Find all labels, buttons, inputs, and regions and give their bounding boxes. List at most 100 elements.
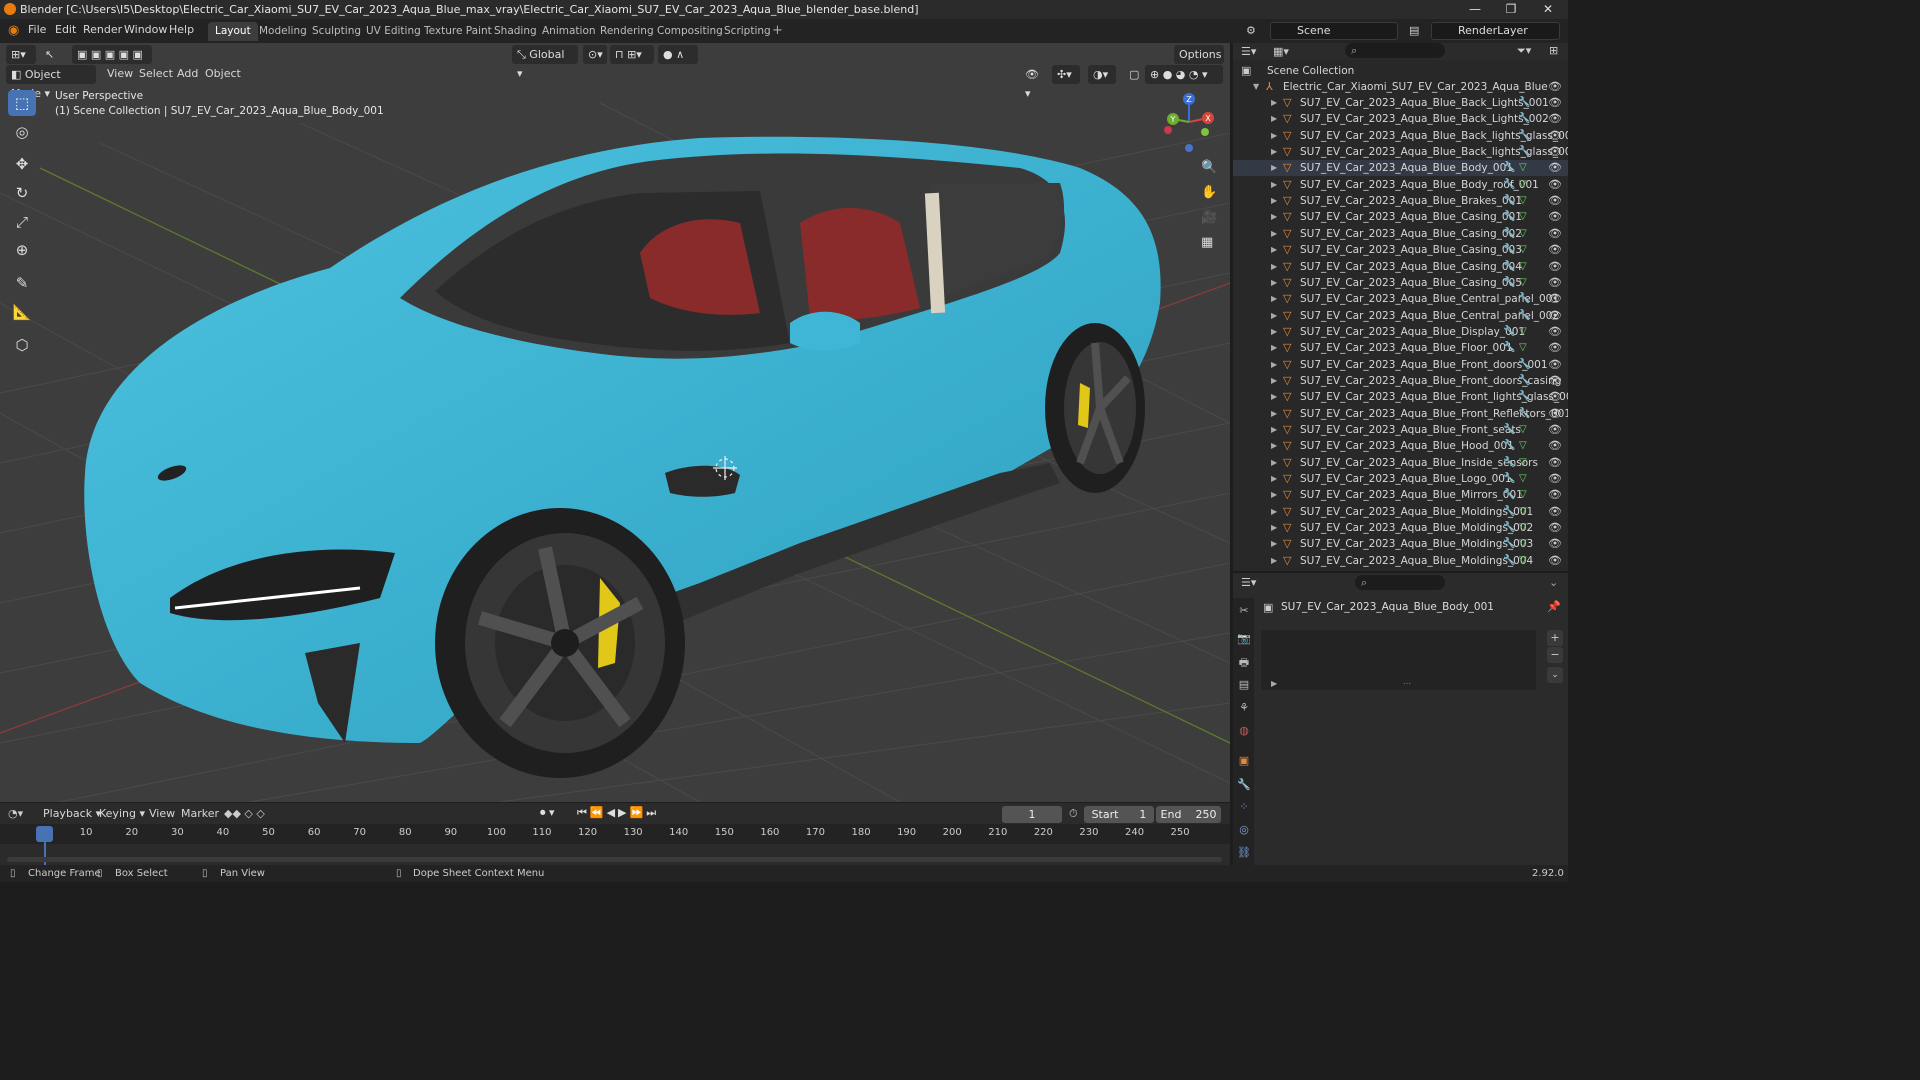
mesh-data-triangle-icon[interactable]: ▽ [1519,487,1527,503]
modifier-wrench-icon[interactable]: 🔧 [1518,373,1530,389]
select-box-tool[interactable]: ⬚ [8,90,36,116]
expand-arrow-icon[interactable]: ▶ [1271,406,1277,422]
menu-help[interactable]: Help [169,23,194,36]
timeline-menu-marker[interactable]: Marker [181,807,219,820]
outliner-item[interactable]: ▶ ▽ SU7_EV_Car_2023_Aqua_Blue_Moldings_004… [1233,553,1568,569]
modifier-wrench-icon[interactable]: 🔧 [1518,144,1530,160]
record-icon[interactable]: ⏺ ▾ [540,806,555,820]
modifier-wrench-icon[interactable]: 🔧 [1518,291,1530,307]
properties-options-icon[interactable]: ⌄ [1549,576,1558,589]
modifier-wrench-icon[interactable]: 🔧 [1503,275,1515,291]
slot-specials-button[interactable]: ⌄ [1547,667,1563,683]
timeline-editor-icon[interactable]: ◔▾ [8,807,23,820]
visibility-eye-icon[interactable]: 👁 [1548,95,1562,111]
start-frame-field[interactable]: Start 1 [1084,806,1154,823]
blender-menu-icon[interactable]: ◉ [8,23,19,38]
expand-arrow-icon[interactable]: ▼ [1253,79,1259,95]
outliner-search-input[interactable]: ⌕ [1345,43,1445,58]
visibility-eye-icon[interactable]: 👁 [1548,422,1562,438]
modifier-wrench-icon[interactable]: 🔧 [1503,471,1515,487]
xray-icon[interactable]: ▢ [1124,65,1140,84]
mesh-data-triangle-icon[interactable]: ▽ [1519,209,1527,225]
timeline-panel[interactable]: ◔▾ Playback ▾ Keying ▾ View Marker ◆◆ ◇ … [0,803,1230,865]
outliner-panel[interactable]: ☰▾ ▦▾ ⌕ ⏷▾ ⊞ ▣ Scene Collection ▼ ⅄ Elec… [1233,43,1568,571]
outliner-item[interactable]: ▶ ▽ SU7_EV_Car_2023_Aqua_Blue_Casing_004 🔧 ▽… [1233,259,1568,275]
expand-arrow-icon[interactable]: ▶ [1271,144,1277,160]
mesh-data-triangle-icon[interactable]: ▽ [1519,438,1527,454]
outliner-item[interactable]: ▶ ▽ SU7_EV_Car_2023_Aqua_Blue_Front_lights… [1233,389,1568,405]
expand-arrow-icon[interactable]: ▶ [1271,389,1277,405]
modifier-wrench-icon[interactable]: 🔧 [1503,324,1515,340]
visibility-eye-icon[interactable]: 👁 [1548,504,1562,520]
3d-viewport[interactable]: ⊞▾ ↖ ▣ ▣ ▣ ▣ ▣ ⤡ Global ▾ ⊙▾ ⊓ ⊞▾ ● ∧ Op… [0,43,1230,802]
timeline-menu-view[interactable]: View [149,807,175,820]
visibility-eye-icon[interactable]: 👁 [1548,291,1562,307]
visibility-eye-icon[interactable]: 👁 [1548,79,1562,95]
mesh-data-triangle-icon[interactable]: ▽ [1519,160,1527,176]
visibility-eye-icon[interactable]: 👁 [1548,226,1562,242]
preview-range-icon[interactable]: ⏱ [1069,807,1078,821]
visibility-eye-icon[interactable]: 👁 [1548,144,1562,160]
mesh-data-triangle-icon[interactable]: ▽ [1519,340,1527,356]
rotate-tool[interactable]: ↻ [8,180,36,206]
outliner-item[interactable]: ▶ ▽ SU7_EV_Car_2023_Aqua_Blue_Hood_001 🔧 ▽ 👁 [1233,438,1568,454]
keyframe-icons[interactable]: ◆◆ ◇ ◇ [224,807,265,820]
modifier-wrench-icon[interactable]: 🔧 [1503,422,1515,438]
modifier-wrench-icon[interactable]: 🔧 [1503,504,1515,520]
viewport-menu-add[interactable]: Add [177,67,198,80]
expand-arrow-icon[interactable]: ▶ [1271,373,1277,389]
expand-arrow-icon[interactable]: ▶ [1271,438,1277,454]
scene-selector[interactable]: Scene [1270,22,1398,40]
mesh-data-triangle-icon[interactable]: ▽ [1519,259,1527,275]
visibility-eye-icon[interactable]: 👁 [1548,259,1562,275]
visibility-eye-icon[interactable]: 👁 [1548,373,1562,389]
playhead[interactable] [36,826,53,842]
modifier-wrench-icon[interactable]: 🔧 [1503,242,1515,258]
display-mode-icon[interactable]: ▦▾ [1273,45,1289,58]
visibility-eye-icon[interactable]: 👁 [1548,308,1562,324]
transform-tool[interactable]: ⊕ [8,237,36,263]
outliner-item[interactable]: ▶ ▽ SU7_EV_Car_2023_Aqua_Blue_Central_pane… [1233,308,1568,324]
physics-tab-icon[interactable]: ◎ [1237,823,1251,837]
visibility-eye-icon[interactable]: 👁 [1548,471,1562,487]
outliner-item[interactable]: ▶ ▽ SU7_EV_Car_2023_Aqua_Blue_Inside_senso… [1233,455,1568,471]
visibility-eye-icon[interactable]: 👁 [1548,324,1562,340]
playback-controls-icons[interactable]: ⏮⏪◀▶⏩⏭ [577,806,659,820]
modifier-wrench-icon[interactable]: 🔧 [1503,487,1515,503]
expand-arrow-icon[interactable]: ▶ [1271,275,1277,291]
mode-dropdown[interactable]: ◧ Object Mode ▾ [6,65,96,100]
modifier-wrench-icon[interactable]: 🔧 [1503,340,1515,356]
cursor-tool[interactable]: ◎ [8,119,36,145]
orthographic-grid-icon[interactable]: ▦ [1201,235,1213,250]
outliner-item[interactable]: ▶ ▽ SU7_EV_Car_2023_Aqua_Blue_Moldings_001… [1233,504,1568,520]
expand-arrow-icon[interactable]: ▶ [1271,177,1277,193]
expand-arrow-icon[interactable]: ▶ [1271,193,1277,209]
outliner-item[interactable]: ▶ ▽ SU7_EV_Car_2023_Aqua_Blue_Back_lights_… [1233,128,1568,144]
modifier-wrench-icon[interactable]: 🔧 [1518,128,1530,144]
visibility-eye-icon[interactable]: 👁 [1548,275,1562,291]
expand-arrow-icon[interactable]: ▶ [1271,324,1277,340]
visibility-eye-icon[interactable]: 👁 [1548,160,1562,176]
modifier-wrench-icon[interactable]: 🔧 [1503,209,1515,225]
outliner-item[interactable]: ▶ ▽ SU7_EV_Car_2023_Aqua_Blue_Logo_001 🔧 ▽ 👁 [1233,471,1568,487]
modifier-wrench-icon[interactable]: 🔧 [1503,160,1515,176]
shading-mode-icons[interactable]: ⊕ ● ◕ ◔ ▾ [1145,65,1223,84]
mesh-data-triangle-icon[interactable]: ▽ [1519,471,1527,487]
visibility-eye-icon[interactable]: 👁 [1548,487,1562,503]
minimize-button[interactable]: — [1457,0,1493,19]
properties-panel[interactable]: ☰▾ ⌕ ⌄ ▣ SU7_EV_Car_2023_Aqua_Blue_Body_… [1233,573,1568,865]
modifier-wrench-icon[interactable]: 🔧 [1503,536,1515,552]
timeline-menu-playback[interactable]: Playback ▾ [43,807,101,820]
outliner-item[interactable]: ▶ ▽ SU7_EV_Car_2023_Aqua_Blue_Moldings_002… [1233,520,1568,536]
end-frame-field[interactable]: End 250 [1156,806,1221,823]
options-dropdown[interactable]: Options ▾ [1174,45,1224,80]
timeline-scrollbar[interactable] [7,857,1222,862]
modifier-wrench-icon[interactable]: 🔧 [1503,438,1515,454]
add-slot-button[interactable]: + [1547,630,1563,646]
outliner-item[interactable]: ▶ ▽ SU7_EV_Car_2023_Aqua_Blue_Back_Lights_… [1233,95,1568,111]
outliner-item[interactable]: ▶ ▽ SU7_EV_Car_2023_Aqua_Blue_Casing_002 🔧 ▽… [1233,226,1568,242]
visibility-eye-icon[interactable]: 👁 [1548,536,1562,552]
constraints-tab-icon[interactable]: ⛓ [1237,846,1251,860]
expand-arrow-icon[interactable]: ▶ [1271,308,1277,324]
gizmo-toggle-icon[interactable]: ✣▾ [1052,65,1080,84]
